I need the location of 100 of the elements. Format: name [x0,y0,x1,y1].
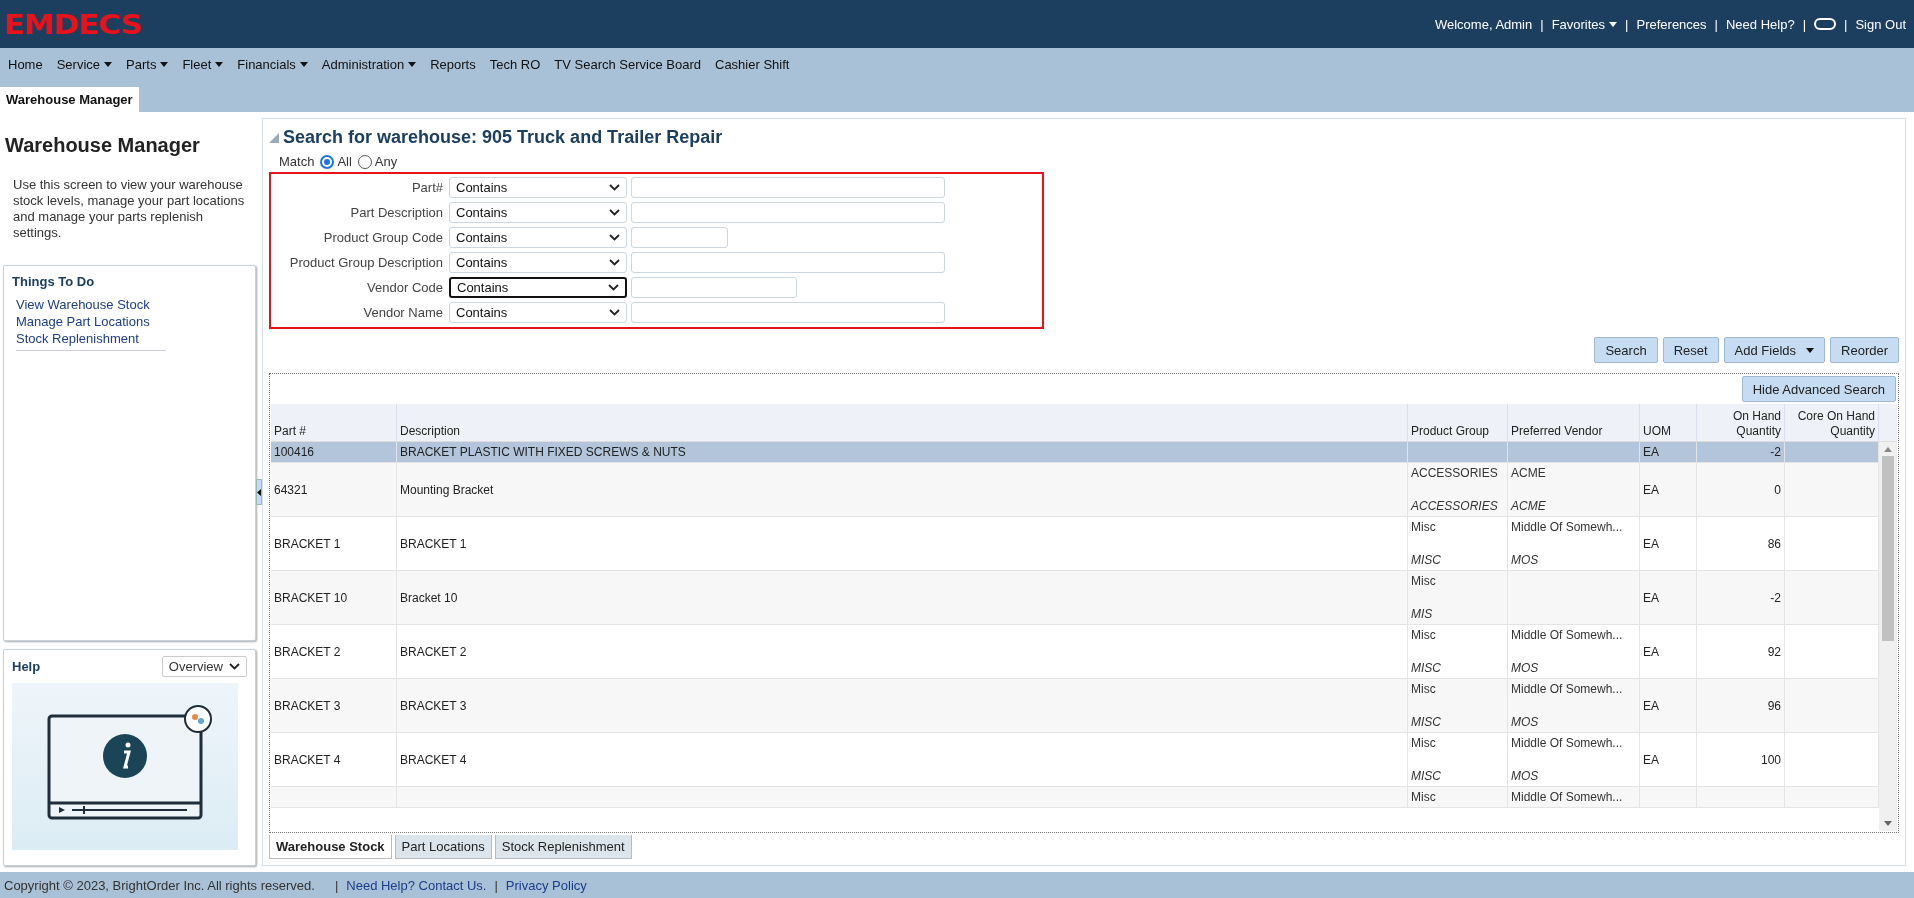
table-cell-text: ACCESSORIES [1411,498,1499,514]
task-link[interactable]: Stock Replenishment [16,331,166,346]
table-cell-text: Misc [1411,627,1437,643]
criterion-label: Part# [410,180,444,195]
copyright-text: Copyright © 2023, BrightOrder Inc. All rights reserved. [4,877,315,893]
page-tab[interactable]: Warehouse Manager [0,87,139,112]
table-row[interactable]: BRACKET 3 BRACKET 3 Misc MISC Middle Of Somewh... MOS EA 96 [271,679,1879,733]
action-button[interactable]: Reorder [1830,337,1899,363]
separator: | [1802,16,1806,32]
nav-item[interactable]: Financials [237,56,308,72]
column-header[interactable]: UOM [1640,404,1697,441]
operator-select[interactable]: Contains [449,202,627,223]
column-header[interactable]: Description [397,404,1408,441]
criterion-label: Part Description [349,205,444,220]
scrollbar[interactable] [1879,442,1897,831]
header-link[interactable]: Preferences [1636,16,1707,32]
task-link[interactable]: Manage Part Locations [16,314,166,329]
nav-item[interactable]: Reports [430,56,476,72]
footer-link[interactable]: Privacy Policy [505,877,587,893]
caret-icon [1609,21,1618,27]
table-row[interactable]: Misc Middle Of Somewh... [271,787,1879,808]
table-cell-text: MOS [1511,768,1540,784]
table-cell: BRACKET 10 [274,590,348,605]
table-row[interactable]: BRACKET 10 Bracket 10 Misc MIS EA -2 [271,571,1879,625]
criterion-label: Vendor Code [366,280,444,295]
operator-select[interactable]: Contains [449,277,627,298]
card-title: Help [12,659,41,674]
table-cell: -2 [1770,590,1781,605]
table-cell-text: MISC [1411,552,1442,568]
nav-item[interactable]: Parts [126,56,169,72]
help-select[interactable]: Overview [161,656,247,677]
table-cell: 0 [1774,482,1781,497]
criterion-input[interactable] [631,277,797,298]
table-row[interactable]: 100416 BRACKET PLASTIC WITH FIXED SCREWS & NUTS EA -2 [271,442,1879,463]
separator: | [1625,16,1629,32]
header-link[interactable]: Sign Out [1855,16,1906,32]
table-cell: BRACKET 4 [274,752,341,767]
add-fields-button[interactable]: Add Fields [1723,337,1826,363]
scroll-up-icon[interactable] [1884,446,1892,454]
column-header[interactable]: Core On Hand Quantity [1785,404,1879,441]
search-title: Search for warehouse: 905 Truck and Trailer Repair [283,127,723,148]
view-tab[interactable]: Warehouse Stock [269,835,392,859]
operator-select[interactable]: Contains [449,177,627,198]
collapse-handle[interactable] [256,479,262,505]
hide-advanced-search-button[interactable]: Hide Advanced Search [1741,376,1896,402]
table-cell-text: Misc [1411,519,1437,535]
operator-select[interactable]: Contains [449,302,627,323]
operator-select[interactable]: Contains [449,252,627,273]
column-header[interactable]: On Hand Quantity [1697,404,1785,441]
table-cell-text: ACCESSORIES [1411,465,1499,481]
table-cell-text: Middle Of Somewh... [1511,681,1624,697]
match-radio[interactable]: Any [357,154,398,169]
view-tab[interactable]: Stock Replenishment [494,835,632,859]
header-link[interactable]: Need Help? [1725,16,1795,32]
nav-item[interactable]: Home [8,56,43,72]
table-cell: BRACKET 1 [400,536,467,551]
separator: | [1540,16,1544,32]
criterion-input[interactable] [631,252,945,273]
table-row[interactable]: BRACKET 2 BRACKET 2 Misc MISC Middle Of Somewh... MOS EA 92 [271,625,1879,679]
table-cell: EA [1643,536,1659,551]
table-row[interactable]: BRACKET 4 BRACKET 4 Misc MISC Middle Of Somewh... MOS EA 100 [271,733,1879,787]
separator: | [1844,16,1848,32]
nav-item[interactable]: Service [56,56,113,72]
nav-item[interactable]: Administration [321,56,417,72]
table-cell: BRACKET PLASTIC WITH FIXED SCREWS & NUTS [400,445,686,459]
action-button[interactable]: Reset [1662,337,1719,363]
table-cell-text: MOS [1511,714,1540,730]
scroll-down-icon[interactable] [1884,819,1892,827]
table-cell: BRACKET 4 [400,752,467,767]
column-header[interactable]: Product Group [1408,404,1508,441]
table-row[interactable]: BRACKET 1 BRACKET 1 Misc MISC Middle Of Somewh... MOS EA 86 [271,517,1879,571]
operator-select[interactable]: Contains [449,227,627,248]
left-arrow-icon [257,488,261,496]
criterion-input[interactable] [631,302,945,323]
criterion-input[interactable] [631,227,728,248]
task-link[interactable]: View Warehouse Stock [16,297,166,312]
table-cell: EA [1643,698,1659,713]
table-cell: BRACKET 2 [274,644,341,659]
table-cell-text: Middle Of Somewh... [1511,519,1624,535]
separator: | [1714,16,1718,32]
table-cell: 100 [1760,752,1781,767]
collapse-triangle-icon[interactable] [269,132,279,143]
sidebar-title: Warehouse Manager [5,134,201,157]
table-cell-text: Middle Of Somewh... [1511,627,1624,643]
nav-item[interactable]: Tech RO [489,56,541,72]
table-cell: EA [1643,590,1659,605]
view-tab[interactable]: Part Locations [394,835,492,859]
match-radio[interactable]: All [320,154,352,169]
nav-item[interactable]: Cashier Shift [715,56,790,72]
action-button[interactable]: Search [1594,337,1658,363]
nav-item[interactable]: TV Search Service Board [554,56,701,72]
column-header[interactable]: Part # [271,404,397,441]
criterion-input[interactable] [631,202,945,223]
column-header[interactable]: Preferred Vendor [1508,404,1640,441]
nav-item[interactable]: Fleet [182,56,224,72]
criterion-input[interactable] [631,177,945,198]
footer-link[interactable]: Need Help? Contact Us. [346,877,487,893]
favorites-menu[interactable]: Favorites [1551,16,1618,32]
toggle-icon[interactable] [1814,18,1836,30]
table-row[interactable]: 64321 Mounting Bracket ACCESSORIES ACCESSORIES ACME ACME EA 0 [271,463,1879,517]
